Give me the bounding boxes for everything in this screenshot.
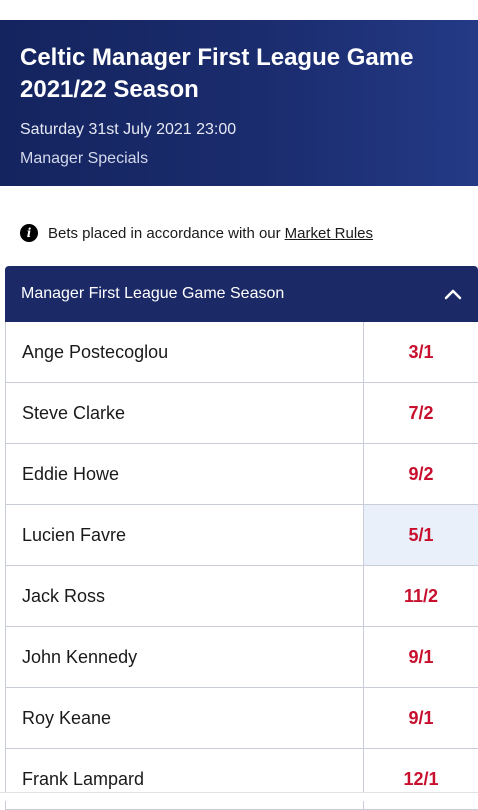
selection-name: Steve Clarke xyxy=(22,402,126,423)
selection-row: Ange Postecoglou 3/1 xyxy=(6,322,478,383)
odds-button[interactable]: 9/1 xyxy=(363,627,478,687)
selection-row: Eddie Howe 9/2 xyxy=(6,444,478,505)
market-rules-link[interactable]: Market Rules xyxy=(285,225,373,242)
odds-button[interactable]: 3/1 xyxy=(363,322,478,382)
odds-button[interactable]: 5/1 xyxy=(363,505,478,565)
chevron-up-icon[interactable] xyxy=(444,288,462,300)
selection-list: Ange Postecoglou 3/1 Steve Clarke 7/2 Ed… xyxy=(5,322,478,810)
odds-button[interactable]: 7/2 xyxy=(363,383,478,443)
status-strip xyxy=(0,0,478,20)
odds-button[interactable]: 11/2 xyxy=(363,566,478,626)
selection-row: John Kennedy 9/1 xyxy=(6,627,478,688)
selection-row: Roy Keane 9/1 xyxy=(6,688,478,749)
rules-text: Bets placed in accordance with our xyxy=(48,224,281,242)
market-panel: Manager First League Game Season Ange Po… xyxy=(5,266,478,810)
event-category: Manager Specials xyxy=(20,150,149,167)
odds-button[interactable]: 9/1 xyxy=(363,688,478,748)
market-title: Manager First League Game Season xyxy=(21,285,285,302)
selection-name: John Kennedy xyxy=(22,646,138,667)
event-header: Celtic Manager First League Game 2021/22… xyxy=(0,20,478,186)
event-title: Celtic Manager First League Game 2021/22… xyxy=(20,44,414,103)
selection-row: Steve Clarke 7/2 xyxy=(6,383,478,444)
event-datetime: Saturday 31st July 2021 23:00 xyxy=(20,121,237,138)
info-icon: i xyxy=(20,224,38,242)
selection-row: Jack Ross 11/2 xyxy=(6,566,478,627)
market-header[interactable]: Manager First League Game Season xyxy=(5,266,478,322)
selection-name: Jack Ross xyxy=(22,585,106,606)
odds-button[interactable]: 9/2 xyxy=(363,444,478,504)
market-rules-notice: i Bets placed in accordance with our Mar… xyxy=(20,223,373,243)
selection-name: Eddie Howe xyxy=(22,463,120,484)
selection-row: Lucien Favre 5/1 xyxy=(6,505,478,566)
selection-name: Ange Postecoglou xyxy=(22,341,169,362)
selection-name: Lucien Favre xyxy=(22,524,127,545)
selection-name: Roy Keane xyxy=(22,707,112,728)
